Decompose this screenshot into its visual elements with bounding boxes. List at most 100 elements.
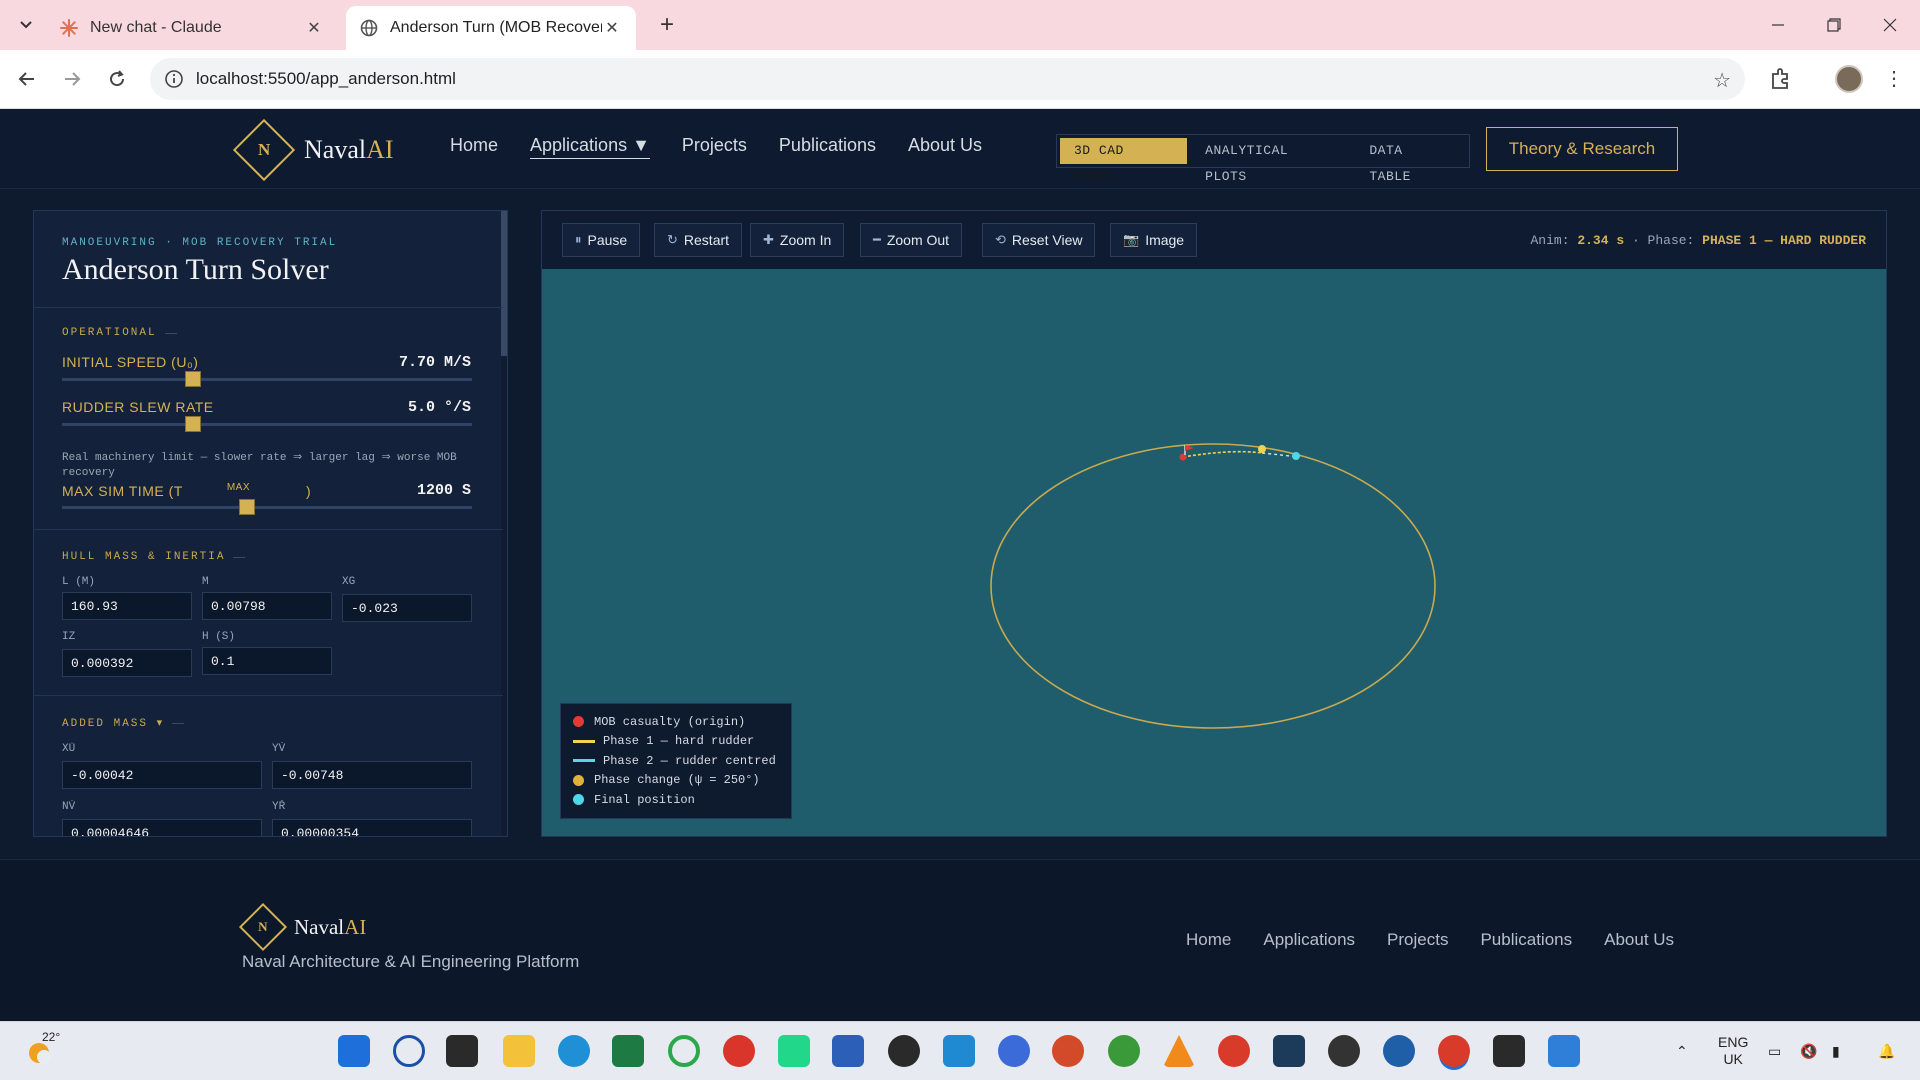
- start-windows-icon[interactable]: [338, 1035, 370, 1067]
- nav-home[interactable]: Home: [450, 135, 498, 159]
- powerpoint-icon[interactable]: [1052, 1035, 1084, 1067]
- section-added-mass-toggle[interactable]: ADDED MASS ▾: [62, 716, 185, 730]
- vlc-icon[interactable]: [1163, 1035, 1195, 1067]
- browser-tab-bar: New chat - Claude ✕ Anderson Turn (MOB R…: [0, 0, 1920, 50]
- tab-title: Anderson Turn (MOB Recovery): [390, 19, 602, 36]
- profile-avatar[interactable]: [1835, 65, 1863, 93]
- app-globe-icon[interactable]: [888, 1035, 920, 1067]
- animation-status: Anim: 2.34 s · Phase: PHASE 1 — HARD RUD…: [1530, 233, 1866, 248]
- battery-icon[interactable]: ▮: [1832, 1022, 1840, 1080]
- xudot-input[interactable]: -0.00042: [62, 761, 262, 789]
- tab-search-button[interactable]: [12, 10, 40, 38]
- initial-speed-slider-thumb[interactable]: [185, 371, 202, 387]
- refresh-app-icon[interactable]: [668, 1035, 700, 1067]
- volume-muted-icon[interactable]: 🔇: [1800, 1022, 1817, 1080]
- terminal-icon[interactable]: [1493, 1035, 1525, 1067]
- tab-data-table[interactable]: DATA TABLE: [1355, 138, 1466, 184]
- footer-logo[interactable]: N NavalAI: [238, 902, 366, 952]
- word-icon[interactable]: [832, 1035, 864, 1067]
- initial-speed-value: 7.70 M/S: [398, 354, 471, 371]
- tray-overflow-chevron-icon[interactable]: ⌃: [1676, 1022, 1688, 1080]
- input-language-indicator[interactable]: ENG UK: [1718, 1034, 1748, 1068]
- extensions-puzzle-icon[interactable]: [1768, 66, 1794, 92]
- xg-input[interactable]: -0.023: [342, 594, 472, 622]
- yvdot-input[interactable]: -0.00748: [272, 761, 472, 789]
- ccm-app-icon[interactable]: [1273, 1035, 1305, 1067]
- address-bar[interactable]: localhost:5500/app_anderson.html ☆: [150, 58, 1745, 100]
- scrollbar-thumb[interactable]: [501, 211, 507, 356]
- media-player-icon[interactable]: [1328, 1035, 1360, 1067]
- legend-item: Final position: [573, 790, 779, 810]
- image-export-button[interactable]: 📷 Image: [1110, 223, 1198, 257]
- verify-app-icon[interactable]: [1383, 1035, 1415, 1067]
- mass-input[interactable]: 0.00798: [202, 592, 332, 620]
- tab-title: New chat - Claude: [90, 19, 222, 36]
- footer-nav-projects[interactable]: Projects: [1387, 930, 1448, 950]
- max-sim-time-label: MAX SIM TIME (T MAX): [62, 482, 312, 499]
- record-app-icon[interactable]: [723, 1035, 755, 1067]
- forward-button[interactable]: [57, 64, 87, 94]
- zoom-out-button[interactable]: ━ Zoom Out: [860, 223, 963, 257]
- nav-publications[interactable]: Publications: [779, 135, 876, 159]
- iz-input[interactable]: 0.000392: [62, 649, 192, 677]
- file-explorer-icon[interactable]: [503, 1035, 535, 1067]
- restart-button[interactable]: ↻ Restart: [654, 223, 743, 257]
- zoom-in-button[interactable]: ✚ Zoom In: [750, 223, 845, 257]
- timestep-input[interactable]: 0.1: [202, 647, 332, 675]
- nav-projects[interactable]: Projects: [682, 135, 747, 159]
- weather-widget[interactable]: 22°: [26, 1030, 60, 1068]
- footer-nav-about-us[interactable]: About Us: [1604, 930, 1674, 950]
- nav-about-us[interactable]: About Us: [908, 135, 982, 159]
- footer-nav-home[interactable]: Home: [1186, 930, 1231, 950]
- footer-nav-publications[interactable]: Publications: [1480, 930, 1572, 950]
- arrow-left-icon: [18, 72, 34, 86]
- rudder-slew-slider-thumb[interactable]: [185, 416, 202, 432]
- reload-button[interactable]: [102, 64, 132, 94]
- rudder-slew-slider[interactable]: [62, 423, 472, 426]
- close-tab-icon[interactable]: ✕: [602, 18, 622, 38]
- notification-bell-icon[interactable]: 🔔: [1878, 1022, 1895, 1080]
- trajectory-canvas[interactable]: MOB casualty (origin) Phase 1 — hard rud…: [542, 269, 1886, 836]
- section-rule: [233, 556, 246, 558]
- initial-speed-slider[interactable]: [62, 378, 472, 381]
- panel-scrollbar[interactable]: [501, 211, 507, 836]
- close-tab-icon[interactable]: ✕: [304, 18, 324, 38]
- max-sim-time-slider[interactable]: [62, 506, 472, 509]
- site-info-icon[interactable]: [164, 69, 184, 89]
- chrome-active-icon[interactable]: [1438, 1035, 1470, 1067]
- tab-analytical-plots[interactable]: ANALYTICAL PLOTS: [1191, 138, 1351, 184]
- tab-anderson-turn[interactable]: Anderson Turn (MOB Recovery) ✕: [346, 6, 636, 50]
- back-button[interactable]: [12, 64, 42, 94]
- new-tab-button[interactable]: +: [652, 10, 682, 40]
- close-window-button[interactable]: [1862, 0, 1918, 50]
- minimize-button[interactable]: [1750, 0, 1806, 50]
- notepad-icon[interactable]: [1548, 1035, 1580, 1067]
- url-text[interactable]: localhost:5500/app_anderson.html: [196, 69, 456, 89]
- length-input[interactable]: 160.93: [62, 592, 192, 620]
- network-icon[interactable]: ▭: [1768, 1022, 1781, 1080]
- tab-new-chat[interactable]: New chat - Claude ✕: [46, 6, 338, 50]
- restore-button[interactable]: [1806, 0, 1862, 50]
- arrow-right-icon: [65, 72, 81, 86]
- pause-button[interactable]: ⏸ Pause: [562, 223, 641, 257]
- browser-menu-icon[interactable]: ⋮: [1884, 64, 1904, 94]
- task-view-icon[interactable]: [446, 1035, 478, 1067]
- bookmark-star-icon[interactable]: ☆: [1713, 68, 1731, 93]
- tab-3d-cad-model[interactable]: 3D CAD MODEL: [1060, 138, 1188, 184]
- yrdot-input[interactable]: 0.00000354: [272, 819, 472, 836]
- excel-icon[interactable]: [612, 1035, 644, 1067]
- theory-research-button[interactable]: Theory & Research: [1486, 127, 1678, 171]
- edge-browser-icon[interactable]: [558, 1035, 590, 1067]
- nvdot-input[interactable]: 0.00004646: [62, 819, 262, 836]
- footer-nav-applications[interactable]: Applications: [1263, 930, 1355, 950]
- earth-app-icon[interactable]: [1108, 1035, 1140, 1067]
- chrome-dev-icon[interactable]: [998, 1035, 1030, 1067]
- vscode-icon[interactable]: [943, 1035, 975, 1067]
- pycharm-icon[interactable]: [778, 1035, 810, 1067]
- max-sim-time-slider-thumb[interactable]: [238, 499, 255, 515]
- search-icon[interactable]: [393, 1035, 425, 1067]
- chrome-icon[interactable]: [1218, 1035, 1250, 1067]
- reset-view-button[interactable]: ⟲ Reset View: [982, 223, 1096, 257]
- nav-applications[interactable]: Applications ▼: [530, 135, 650, 159]
- site-logo[interactable]: N NavalAI: [232, 118, 394, 182]
